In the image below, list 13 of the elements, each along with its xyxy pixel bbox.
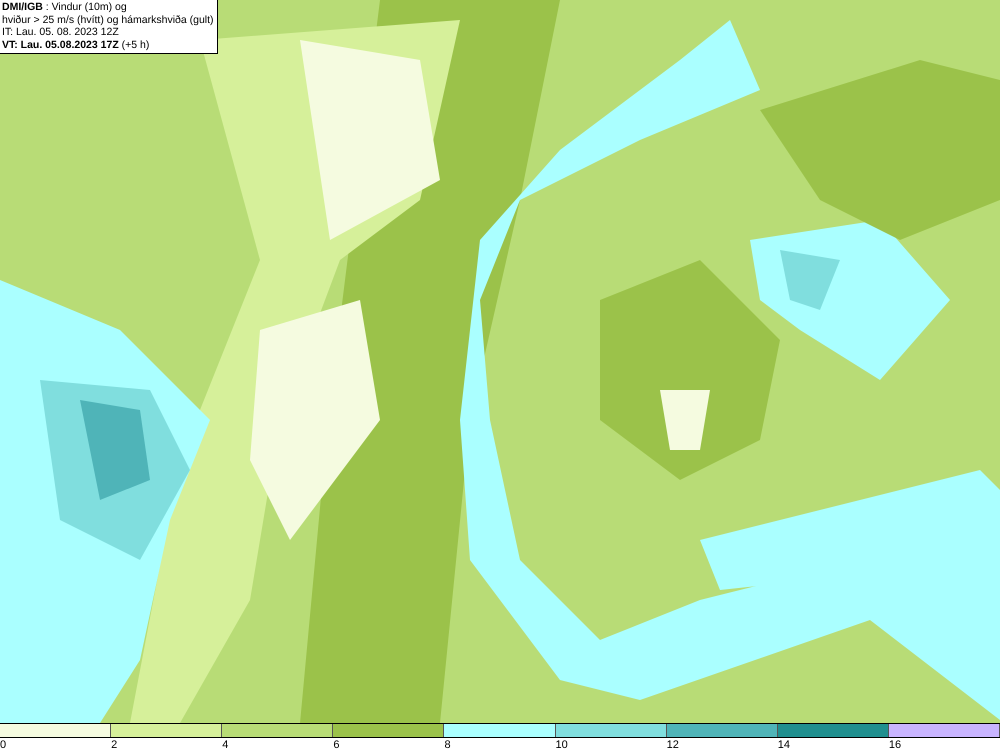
legend-tick-label: 14 [778,738,790,753]
legend-tick-label: 2 [111,738,118,753]
title-line: hviður > 25 m/s (hvítt) og hámarkshviða (gult) [2,14,214,26]
title-line: DMI/IGB : Vindur (10m) og [2,1,128,14]
title-line: VT: Lau. 05.08.2023 17Z (+5 h) [2,38,150,51]
legend-tick-label: 6 [333,738,340,753]
legend-tick-label: 4 [222,738,228,753]
legend-tick-label: 10 [556,738,568,753]
legend-tick-label: 0 [0,738,6,753]
legend-tick-label: 12 [666,738,679,753]
title-line: IT: Lau. 05. 08. 2023 12Z [2,26,120,38]
legend-tick-label: 16 [888,738,902,753]
legend-tick-label: 8 [444,738,451,753]
